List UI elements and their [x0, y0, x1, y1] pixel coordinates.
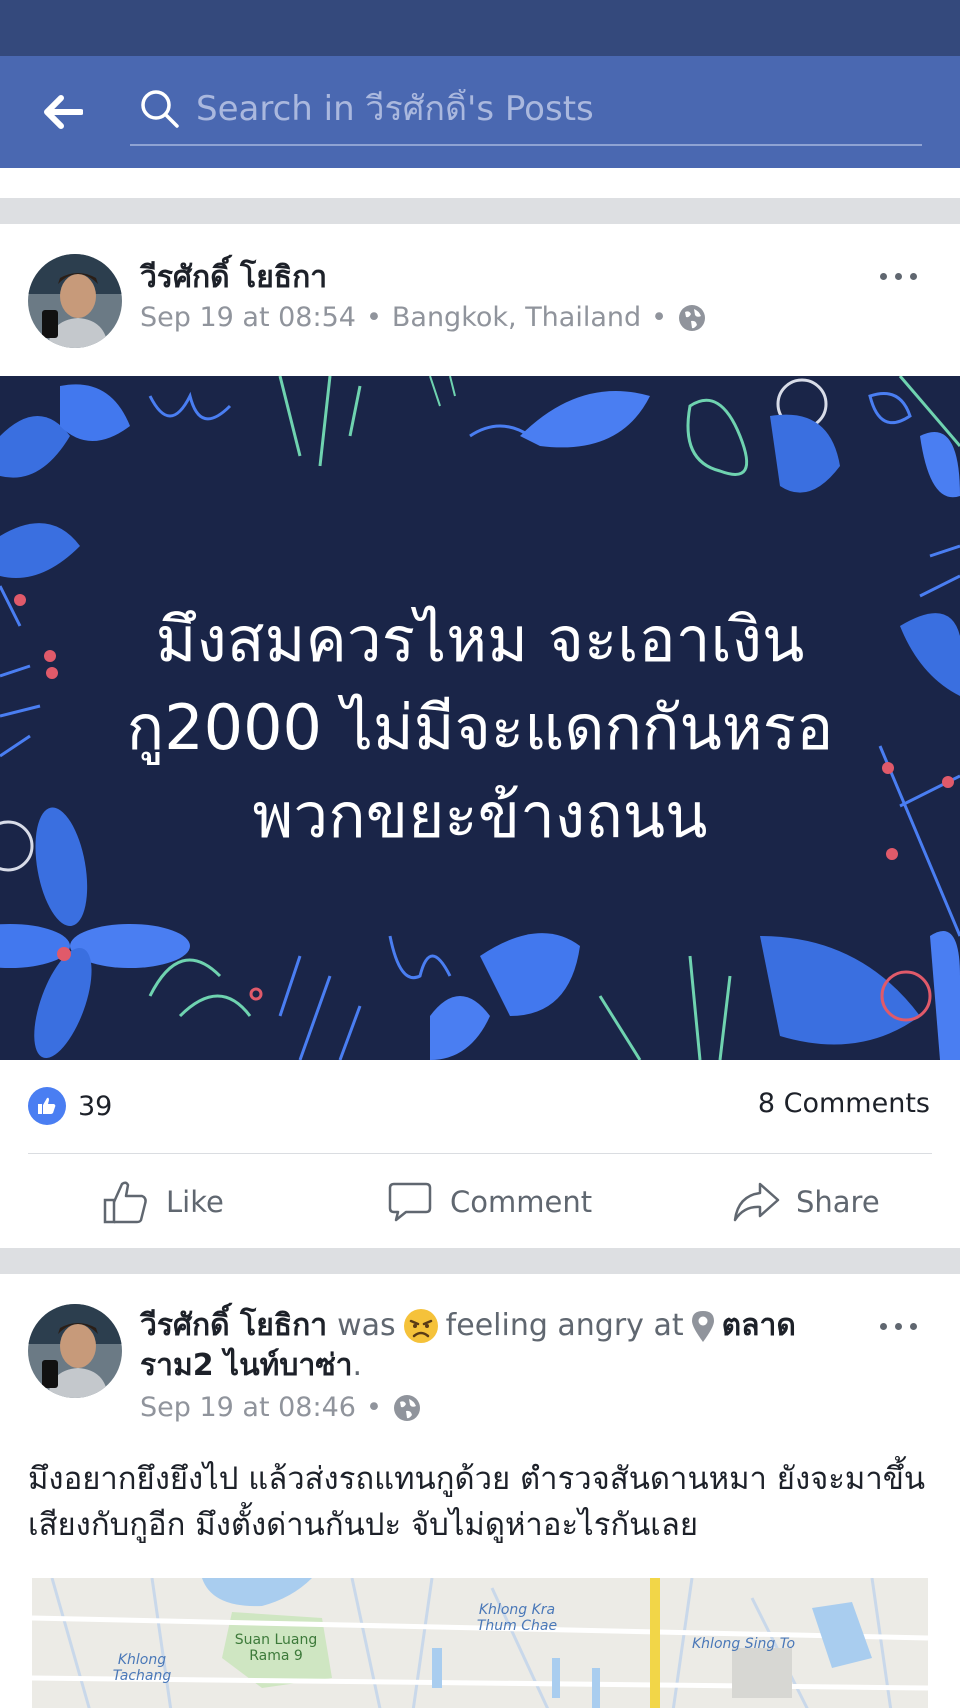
background-text-post[interactable]: มึงสมควรไหม จะเอาเงิน กู2000 ไม่มีจะแดกก… [0, 376, 960, 1060]
back-button[interactable] [36, 86, 90, 138]
location-pin-icon [691, 1310, 714, 1342]
comment-icon [388, 1182, 432, 1222]
share-icon [733, 1182, 780, 1222]
search-icon [141, 90, 179, 128]
period: . [352, 1348, 363, 1383]
thumbs-up-icon [103, 1181, 147, 1224]
map-label: Khlong Kra Thum Chae [476, 1602, 558, 1634]
was-text: was [337, 1308, 396, 1343]
post-text-line: มึงสมควรไหม จะเอาเงิน [155, 603, 805, 676]
post-text: มึงอยากยึงยึงไป แล้วส่งรถแทนกูด้วย ตำรวจ… [28, 1461, 926, 1543]
map-label: Khlong Sing To [692, 1636, 796, 1652]
post-time[interactable]: Sep 19 at 08:54 [140, 302, 356, 333]
post-text-line: กู2000 ไม่มีจะแดกกันหรอ [126, 691, 834, 764]
comment-label: Comment [450, 1185, 593, 1219]
post-text-line: พวกขยะข้างถนน [252, 779, 708, 852]
dot [909, 272, 917, 280]
back-arrow-icon [44, 95, 83, 129]
post-author[interactable]: วีรศักดิ์ โยธิกา [140, 254, 327, 301]
globe-icon [679, 304, 706, 331]
like-label: Like [166, 1185, 224, 1219]
comment-button[interactable]: Comment [386, 1172, 592, 1232]
globe-icon [393, 1394, 420, 1421]
like-button[interactable]: Like [102, 1172, 224, 1232]
place-name[interactable]: ตลาด [722, 1302, 796, 1349]
feeling-text[interactable]: feeling angry at [446, 1308, 684, 1343]
post-meta: Sep 19 at 08:46 • [140, 1392, 422, 1423]
share-button[interactable]: Share [732, 1172, 880, 1232]
feed-separator [0, 198, 960, 224]
map-label: Khlong Tachang [112, 1652, 172, 1684]
meta-dot: • [365, 1392, 382, 1423]
divider [28, 1153, 932, 1154]
search-box[interactable] [130, 74, 922, 146]
more-options-button[interactable] [868, 256, 928, 296]
previous-post-remnant [0, 168, 960, 198]
avatar-photo [28, 1304, 122, 1398]
search-header [0, 56, 960, 168]
post-time[interactable]: Sep 19 at 08:46 [140, 1392, 356, 1423]
avatar[interactable] [28, 1304, 122, 1398]
dot [879, 272, 887, 280]
place-name-continued[interactable]: ราม2 ไนท์บาซ่า [140, 1348, 353, 1383]
post-meta: Sep 19 at 08:54 • Bangkok, Thailand • [140, 302, 707, 333]
dot [894, 272, 902, 280]
more-options-button[interactable] [868, 1306, 928, 1346]
post-header-line-2: ราม2 ไนท์บาซ่า. [140, 1342, 362, 1389]
like-count: 39 [78, 1090, 113, 1122]
dot [909, 1322, 917, 1330]
post-location[interactable]: Bangkok, Thailand [392, 302, 641, 333]
search-input[interactable] [196, 89, 922, 129]
share-label: Share [796, 1185, 880, 1219]
status-bar [0, 0, 960, 56]
location-map[interactable]: Khlong Kra Thum Chae Khlong Sing To Suan… [32, 1578, 928, 1708]
dot [894, 1322, 902, 1330]
meta-dot: • [365, 302, 382, 333]
map-label: Suan Luang Rama 9 [234, 1632, 318, 1664]
avatar[interactable] [28, 254, 122, 348]
feed-separator [0, 1248, 960, 1274]
comments-count[interactable]: 8 Comments [758, 1088, 930, 1119]
angry-face-icon [403, 1308, 438, 1343]
dot [879, 1322, 887, 1330]
reactions-summary[interactable]: 39 [28, 1084, 112, 1128]
like-reaction-icon [28, 1087, 66, 1125]
avatar-photo [28, 254, 122, 348]
meta-dot: • [651, 302, 668, 333]
post-text: มึงสมควรไหม จะเอาเงิน กู2000 ไม่มีจะแดกก… [60, 596, 900, 860]
